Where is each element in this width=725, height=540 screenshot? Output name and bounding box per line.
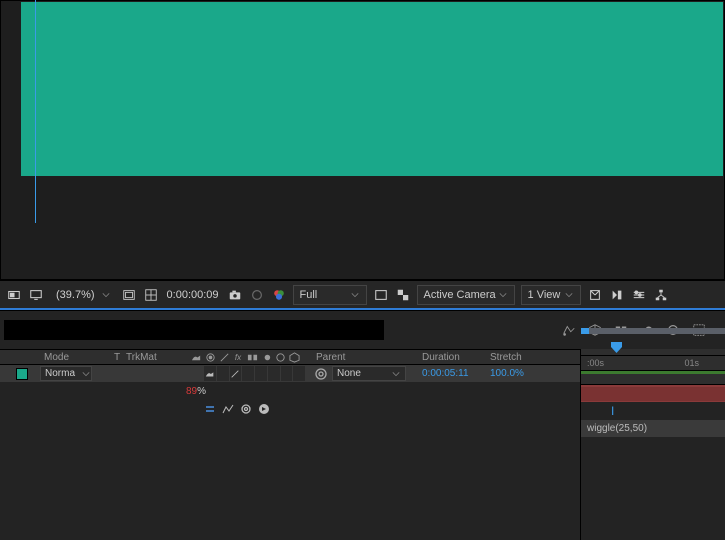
frameblend-icon (246, 350, 258, 364)
monitor-icon[interactable] (28, 287, 44, 303)
time-tick-1: 01s (684, 358, 699, 368)
view-count-value: 1 View (528, 289, 561, 301)
resolution-value: Full (300, 289, 318, 301)
expression-pickwhip-icon[interactable] (240, 403, 252, 415)
cached-frames-bar (581, 371, 725, 374)
layer-stretch[interactable]: 100.0% (490, 368, 546, 379)
flowchart-icon[interactable] (653, 287, 669, 303)
parent-dropdown[interactable]: None (332, 366, 406, 381)
empty-layer-area[interactable] (0, 417, 580, 540)
col-stretch-label: Stretch (490, 352, 546, 363)
timeline-track-area[interactable]: :00s 01s I wiggle(25,50) (580, 349, 725, 540)
text-cursor-icon: I (611, 404, 614, 418)
col-mode-label: Mode (0, 352, 108, 363)
show-channel-icon[interactable] (249, 287, 265, 303)
layer-color-chip[interactable] (16, 368, 28, 380)
shy-icon (190, 350, 202, 364)
timeline-icon[interactable] (631, 287, 647, 303)
3d-icon (288, 350, 300, 364)
expression-language-icon[interactable] (258, 403, 270, 415)
chevron-down-icon (350, 285, 360, 305)
view-count-dropdown[interactable]: 1 View (521, 285, 581, 305)
quality-icon (218, 350, 230, 364)
always-preview-icon[interactable] (6, 287, 22, 303)
col-duration-label: Duration (416, 352, 490, 363)
collapse-switch[interactable] (217, 366, 230, 381)
adjustment-icon (274, 350, 286, 364)
fx-icon: fx (232, 350, 244, 364)
motionblur-switch[interactable] (268, 366, 281, 381)
fast-preview-icon[interactable] (609, 287, 625, 303)
quality-switch[interactable] (230, 366, 243, 381)
time-tick-0: :00s (587, 358, 604, 368)
layer-row[interactable]: Norma Non (0, 365, 580, 383)
blend-mode-dropdown[interactable]: Norma (40, 366, 92, 381)
zoom-dropdown[interactable]: (39.7%) (50, 285, 115, 305)
adjustment-switch[interactable] (281, 366, 294, 381)
composition-canvas[interactable] (21, 2, 723, 176)
property-track[interactable]: I (581, 403, 725, 420)
preview-timecode[interactable]: 0:00:00:09 (165, 289, 221, 301)
playhead-line[interactable] (35, 0, 36, 223)
expression-text: wiggle(25,50) (587, 423, 647, 434)
motionblur-col-icon (260, 350, 272, 364)
collapse-icon (204, 350, 216, 364)
camera-dropdown[interactable]: Active Camera (417, 285, 515, 305)
shy-switch[interactable] (204, 366, 217, 381)
expression-controls-row (0, 400, 580, 417)
chevron-down-icon (81, 364, 91, 384)
col-parent-label: Parent (306, 352, 416, 363)
pickwhip-icon[interactable] (314, 367, 328, 381)
work-area-start[interactable] (581, 328, 589, 334)
switches-header: fx (186, 350, 306, 364)
chevron-down-icon (391, 364, 401, 384)
chevron-down-icon (564, 285, 574, 305)
expression-field[interactable]: wiggle(25,50) (581, 420, 725, 437)
col-t-label: T (108, 352, 126, 363)
playhead-icon[interactable] (611, 342, 622, 353)
fx-switch[interactable] (242, 366, 255, 381)
timeline-panel: Mode T TrkMat fx Parent Duration Stretch (0, 310, 725, 540)
chevron-down-icon (498, 285, 508, 305)
camera-value: Active Camera (424, 289, 496, 301)
property-value[interactable]: 89% (0, 386, 206, 397)
color-management-icon[interactable] (271, 287, 287, 303)
opacity-percent: % (197, 386, 206, 397)
resolution-dropdown[interactable]: Full (293, 285, 367, 305)
property-row[interactable]: 89% (0, 383, 580, 400)
viewer-toolbar: (39.7%) 0:00:00:09 Full Active Camera 1 … (0, 280, 725, 308)
snapshot-icon[interactable] (227, 287, 243, 303)
col-trkmat-label: TrkMat (126, 352, 186, 363)
expression-enable-icon[interactable] (204, 403, 216, 415)
comp-mini-flowchart-icon[interactable] (561, 322, 577, 338)
transparency-grid-icon[interactable] (395, 287, 411, 303)
expression-graph-icon[interactable] (222, 403, 234, 415)
pixel-aspect-icon[interactable] (587, 287, 603, 303)
opacity-value: 89 (186, 386, 197, 397)
layer-duration-bar[interactable] (581, 385, 725, 403)
layer-search-input[interactable] (4, 320, 384, 340)
layer-duration[interactable]: 0:00:05:11 (416, 368, 490, 379)
work-area-bar[interactable] (581, 328, 725, 334)
grid-mask-icon[interactable] (143, 287, 159, 303)
time-ruler[interactable]: :00s 01s (581, 355, 725, 371)
parent-value: None (337, 368, 361, 379)
zoom-value: (39.7%) (54, 289, 97, 301)
layer-switches[interactable] (186, 366, 306, 381)
safe-zones-icon[interactable] (121, 287, 137, 303)
frameblend-switch[interactable] (255, 366, 268, 381)
blend-mode-value: Norma (45, 368, 75, 379)
3d-switch[interactable] (293, 366, 306, 381)
roi-icon[interactable] (373, 287, 389, 303)
chevron-down-icon (101, 285, 111, 305)
composition-viewport[interactable] (0, 0, 725, 280)
